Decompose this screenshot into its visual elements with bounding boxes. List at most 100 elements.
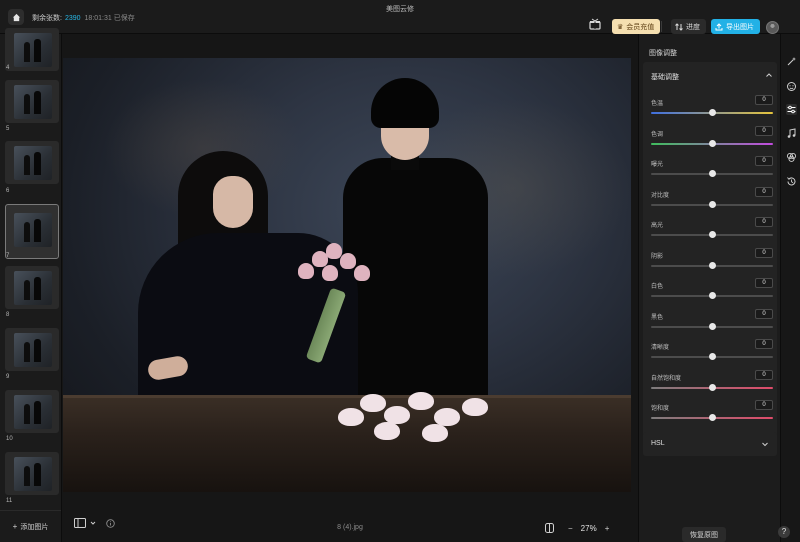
slider-handle[interactable]: [708, 383, 716, 391]
slider-handle[interactable]: [708, 139, 716, 147]
slider-value-input[interactable]: 0: [755, 369, 773, 380]
slider-handle[interactable]: [708, 109, 716, 116]
crown-icon: ♛: [617, 23, 624, 31]
adjust-slider[interactable]: 色温 0: [651, 95, 773, 128]
thumbnail[interactable]: [5, 328, 59, 371]
thumbnail-image: [14, 271, 52, 305]
sort-icon: [675, 22, 683, 31]
thumbnail-image: [14, 33, 52, 67]
slider-value-input[interactable]: 0: [755, 308, 773, 319]
adjust-sliders-icon[interactable]: [786, 104, 797, 115]
slider-track[interactable]: [651, 109, 773, 116]
adjust-slider[interactable]: 高光 0: [651, 217, 773, 250]
adjust-slider[interactable]: 自然饱和度 0: [651, 369, 773, 403]
thumbnail-number: 11: [6, 498, 13, 504]
slider-value-input[interactable]: 0: [755, 278, 773, 288]
adjust-slider[interactable]: 黑色 0: [651, 308, 773, 342]
slider-value-input[interactable]: 0: [755, 125, 773, 136]
help-icon[interactable]: ?: [778, 526, 790, 538]
slider-label: 对比度: [651, 192, 670, 199]
top-bar: 剩余张数: 2390 18:01:31 已保存 美图云修 ♛ 会员充值 进度 导出图…: [0, 0, 800, 34]
restore-original-button[interactable]: 恢复原图: [682, 527, 726, 542]
slider-handle[interactable]: [708, 353, 716, 360]
slider-track[interactable]: [651, 139, 773, 147]
slider-value-input[interactable]: 0: [755, 95, 773, 105]
adjust-slider[interactable]: 阴影 0: [651, 247, 773, 281]
face-retouch-icon[interactable]: [786, 81, 797, 92]
history-icon[interactable]: [786, 176, 797, 187]
slider-handle[interactable]: [708, 200, 716, 208]
remaining-count-status: 剩余张数: 2390 18:01:31 已保存: [32, 13, 135, 23]
basic-adjust-section: 基础调整 色温 0 色调 0 曝光 0 对比度 0 高光 0 阴影 0 白色 0 黑色 0 清晰度 0 自然饱和度 0…: [643, 62, 777, 456]
slider-track[interactable]: [651, 353, 773, 360]
slider-handle[interactable]: [708, 322, 716, 330]
slider-label: 白色: [651, 284, 664, 290]
progress-button[interactable]: 进度: [671, 19, 706, 34]
thumbnail-selected[interactable]: [5, 204, 59, 259]
slider-value-input[interactable]: 0: [755, 400, 773, 410]
user-avatar[interactable]: [766, 21, 779, 34]
chevron-up-icon[interactable]: [765, 71, 773, 79]
split-view-icon[interactable]: [545, 523, 554, 533]
thumbnail[interactable]: [5, 452, 59, 495]
thumbnail-image: [14, 395, 52, 429]
thumbnail-image: [14, 146, 52, 180]
slider-label: 自然饱和度: [651, 375, 682, 382]
zoom-level: 27%: [580, 523, 597, 533]
adjustment-panel: 图像调整 基础调整 色温 0 色调 0 曝光 0 对比度 0 高光 0 阴影 0 白色 0 黑色 0 清晰度 0 自…: [638, 34, 780, 542]
slider-value-input[interactable]: 0: [755, 156, 773, 166]
adjust-slider[interactable]: 对比度 0: [651, 186, 773, 220]
slider-track[interactable]: [651, 322, 773, 330]
thumbnail[interactable]: [5, 390, 59, 433]
slider-handle[interactable]: [708, 414, 716, 421]
adjust-slider[interactable]: 白色 0: [651, 278, 773, 311]
slider-value-input[interactable]: 0: [755, 186, 773, 197]
slider-track[interactable]: [651, 231, 773, 238]
thumbnail[interactable]: [5, 141, 59, 184]
slider-track[interactable]: [651, 292, 773, 299]
slider-handle[interactable]: [708, 231, 716, 238]
slider-handle[interactable]: [708, 170, 716, 177]
slider-track[interactable]: [651, 170, 773, 177]
gift-icon[interactable]: [589, 18, 601, 30]
slider-value-input[interactable]: 0: [755, 217, 773, 227]
basic-adjust-title[interactable]: 基础调整: [651, 72, 679, 82]
slider-value-input[interactable]: 0: [755, 247, 773, 258]
zoom-in-button[interactable]: +: [605, 524, 610, 533]
slider-handle[interactable]: [708, 292, 716, 299]
add-image-button[interactable]: + 添加图片: [0, 510, 61, 542]
slider-label: 黑色: [651, 314, 664, 321]
slider-track[interactable]: [651, 261, 773, 269]
slider-track[interactable]: [651, 414, 773, 421]
chevron-down-icon[interactable]: [761, 440, 769, 448]
adjust-slider[interactable]: 色调 0: [651, 125, 773, 159]
slider-label: 饱和度: [651, 406, 670, 412]
thumbnail-number: 4: [6, 65, 10, 71]
magic-wand-icon[interactable]: [786, 56, 797, 67]
vip-recharge-button[interactable]: ♛ 会员充值: [612, 19, 661, 34]
slider-handle[interactable]: [708, 261, 716, 269]
music-note-icon[interactable]: [786, 128, 797, 139]
remaining-label: 剩余张数:: [32, 15, 62, 22]
adjust-slider[interactable]: 曝光 0: [651, 156, 773, 189]
vip-recharge-label: 会员充值: [626, 23, 655, 31]
thumbnail-image: [14, 213, 52, 247]
adjust-slider[interactable]: 清晰度 0: [651, 339, 773, 372]
hsl-section[interactable]: HSL: [643, 432, 777, 456]
adjust-slider[interactable]: 饱和度 0: [651, 400, 773, 433]
slider-track[interactable]: [651, 200, 773, 208]
slider-value-input[interactable]: 0: [755, 339, 773, 349]
app-title: 美图云修: [386, 6, 414, 13]
thumbnail-number: 6: [6, 188, 10, 194]
plus-icon: +: [12, 522, 18, 531]
export-button[interactable]: 导出图片: [711, 19, 760, 34]
thumbnail[interactable]: [5, 80, 59, 123]
zoom-out-button[interactable]: −: [568, 524, 573, 533]
thumbnail-image: [14, 333, 52, 367]
slider-label: 色调: [651, 131, 664, 138]
thumbnail[interactable]: [5, 28, 59, 71]
slider-track[interactable]: [651, 383, 773, 391]
color-circles-icon[interactable]: [786, 152, 797, 163]
thumbnail[interactable]: [5, 266, 59, 309]
photo-canvas[interactable]: [63, 58, 631, 492]
